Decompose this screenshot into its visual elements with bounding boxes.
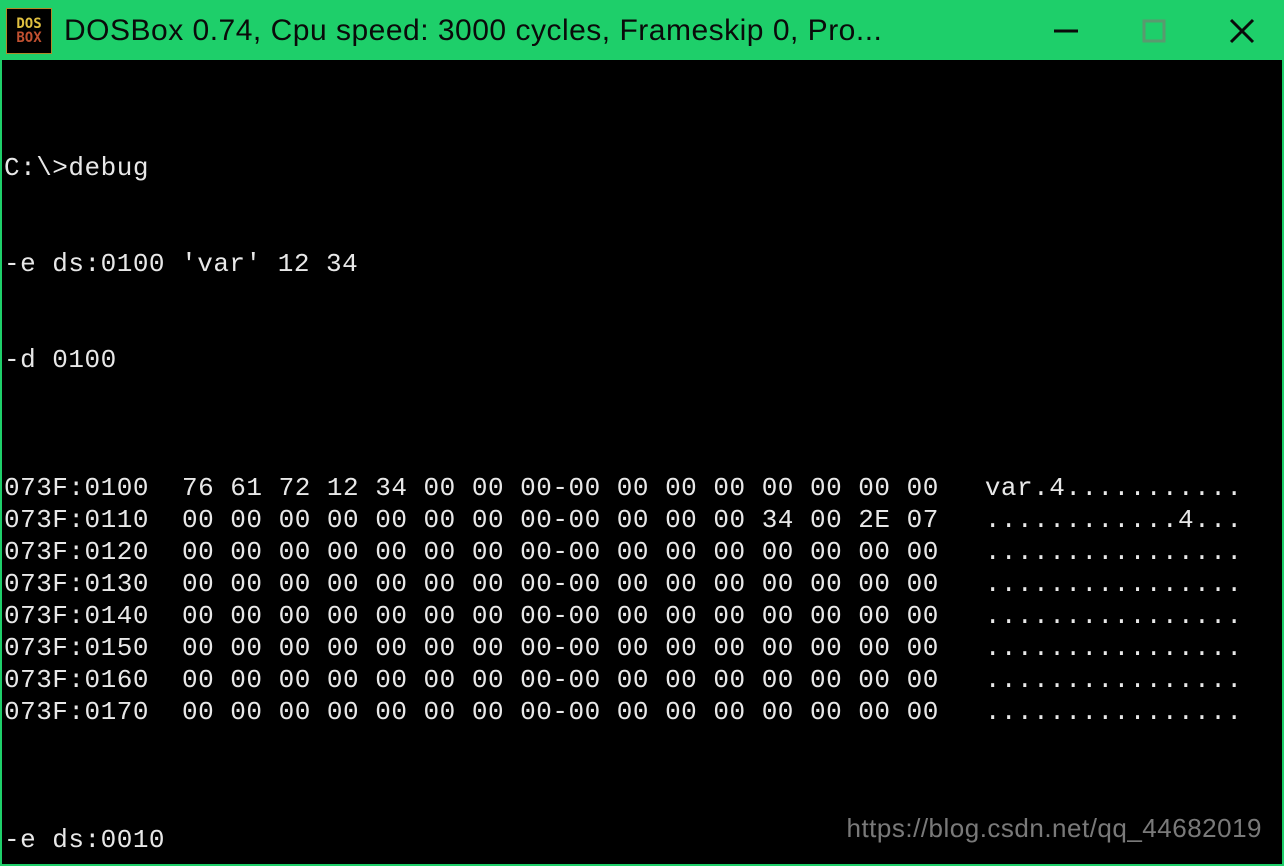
- command-line: -e ds:0010: [4, 824, 1280, 856]
- close-button[interactable]: [1222, 11, 1262, 51]
- memory-dump-row: 073F:014000 00 00 00 00 00 00 00-00 00 0…: [4, 600, 1280, 632]
- app-window: DOS BOX DOSBox 0.74, Cpu speed: 3000 cyc…: [0, 0, 1284, 866]
- minimize-icon: [1052, 17, 1080, 45]
- command-line: -e ds:0100 'var' 12 34: [4, 248, 1280, 280]
- hex-bytes: 00 00 00 00 00 00 00 00-00 00 00 00 00 0…: [154, 536, 939, 568]
- terminal-area[interactable]: C:\>debug -e ds:0100 'var' 12 34 -d 0100…: [2, 60, 1282, 864]
- hex-bytes: 00 00 00 00 00 00 00 00-00 00 00 00 00 0…: [154, 568, 939, 600]
- ascii-repr: ................: [939, 664, 1243, 696]
- ascii-repr: ................: [939, 696, 1243, 728]
- titlebar[interactable]: DOS BOX DOSBox 0.74, Cpu speed: 3000 cyc…: [2, 2, 1282, 60]
- memory-dump-row: 073F:013000 00 00 00 00 00 00 00-00 00 0…: [4, 568, 1280, 600]
- hex-bytes: 76 61 72 12 34 00 00 00-00 00 00 00 00 0…: [154, 472, 939, 504]
- maximize-button[interactable]: [1134, 11, 1174, 51]
- window-controls: [1046, 11, 1262, 51]
- memory-dump-row: 073F:012000 00 00 00 00 00 00 00-00 00 0…: [4, 536, 1280, 568]
- ascii-repr: ................: [939, 632, 1243, 664]
- memory-address: 073F:0140: [4, 600, 154, 632]
- minimize-button[interactable]: [1046, 11, 1086, 51]
- ascii-repr: var.4...........: [939, 472, 1243, 504]
- ascii-repr: ............4...: [939, 504, 1243, 536]
- window-title: DOSBox 0.74, Cpu speed: 3000 cycles, Fra…: [64, 14, 1026, 48]
- close-icon: [1227, 16, 1257, 46]
- memory-address: 073F:0120: [4, 536, 154, 568]
- hex-bytes: 00 00 00 00 00 00 00 00-00 00 00 00 00 0…: [154, 632, 939, 664]
- ascii-repr: ................: [939, 600, 1243, 632]
- hex-bytes: 00 00 00 00 00 00 00 00-00 00 00 00 00 0…: [154, 600, 939, 632]
- memory-dump-row: 073F:011000 00 00 00 00 00 00 00-00 00 0…: [4, 504, 1280, 536]
- app-icon-text-2: BOX: [16, 31, 41, 45]
- memory-dump-row: 073F:015000 00 00 00 00 00 00 00-00 00 0…: [4, 632, 1280, 664]
- memory-dump-row: 073F:016000 00 00 00 00 00 00 00-00 00 0…: [4, 664, 1280, 696]
- prompt-line: C:\>debug: [4, 152, 1280, 184]
- memory-dump-row: 073F:017000 00 00 00 00 00 00 00-00 00 0…: [4, 696, 1280, 728]
- command-line: -d 0100: [4, 344, 1280, 376]
- app-icon: DOS BOX: [6, 8, 52, 54]
- hex-bytes: 00 00 00 00 00 00 00 00-00 00 00 00 34 0…: [154, 504, 939, 536]
- memory-address: 073F:0100: [4, 472, 154, 504]
- maximize-icon: [1141, 18, 1167, 44]
- memory-address: 073F:0130: [4, 568, 154, 600]
- ascii-repr: ................: [939, 536, 1243, 568]
- hex-bytes: 00 00 00 00 00 00 00 00-00 00 00 00 00 0…: [154, 664, 939, 696]
- memory-dump-row: 073F:010076 61 72 12 34 00 00 00-00 00 0…: [4, 472, 1280, 504]
- memory-address: 073F:0110: [4, 504, 154, 536]
- memory-address: 073F:0150: [4, 632, 154, 664]
- app-icon-text-1: DOS: [16, 17, 41, 31]
- memory-address: 073F:0170: [4, 696, 154, 728]
- memory-address: 073F:0160: [4, 664, 154, 696]
- ascii-repr: ................: [939, 568, 1243, 600]
- hex-bytes: 00 00 00 00 00 00 00 00-00 00 00 00 00 0…: [154, 696, 939, 728]
